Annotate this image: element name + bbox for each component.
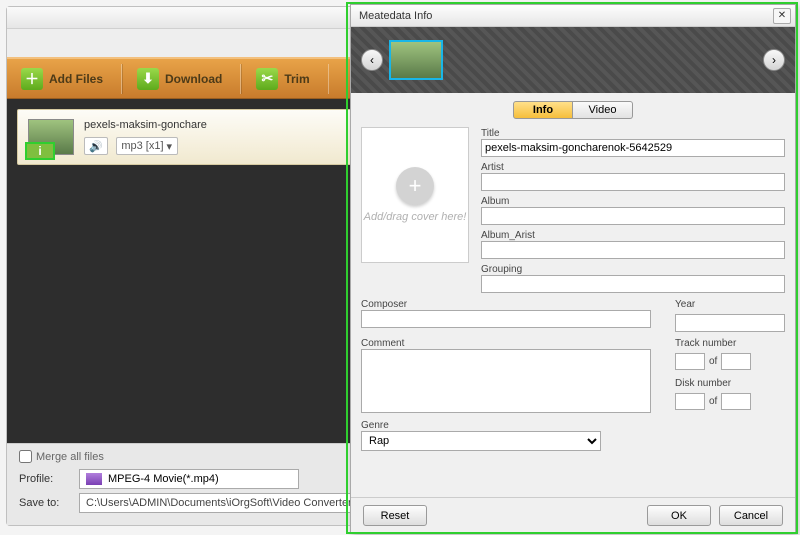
add-files-icon: ＋ [21,68,43,90]
profile-select[interactable]: MPEG-4 Movie(*.mp4) [79,469,299,489]
metadata-dialog: Meatedata Info ✕ ‹ › Info Video + Add/dr… [350,4,796,534]
ok-button[interactable]: OK [647,505,711,526]
comment-label: Comment [361,338,651,349]
saveto-path: C:\Users\ADMIN\Documents\iOrgSoft\Video … [86,497,388,509]
composer-label: Composer [361,299,651,310]
artist-input[interactable] [481,173,785,191]
tab-info[interactable]: Info [513,101,573,119]
album-input[interactable] [481,207,785,225]
grouping-input[interactable] [481,275,785,293]
file-meta: pexels-maksim-gonchare 🔊 mp3 [x1] ▾ [84,119,207,155]
add-files-button[interactable]: ＋ Add Files [7,64,122,94]
disk-number-a-input[interactable] [675,393,705,410]
profile-icon [86,473,102,485]
close-icon: ✕ [778,11,786,21]
composer-input[interactable] [361,310,651,328]
disk-of-label: of [709,396,717,407]
next-button[interactable]: › [763,49,785,71]
dialog-title: Meatedata Info [359,10,432,22]
close-button[interactable]: ✕ [773,8,791,24]
chevron-left-icon: ‹ [370,53,374,67]
album-label: Album [481,196,509,207]
dialog-body: Info Video + Add/drag cover here! Title … [351,93,795,497]
tab-strip: Info Video [361,101,785,119]
trim-button[interactable]: ✂ Trim [241,64,328,94]
disk-number-b-input[interactable] [721,393,751,410]
merge-all-checkbox[interactable] [19,450,32,463]
dialog-footer: Reset OK Cancel [351,497,795,533]
download-label: Download [165,72,222,86]
year-label: Year [675,299,785,310]
cover-dropzone[interactable]: + Add/drag cover here! [361,127,469,263]
trim-icon: ✂ [256,68,278,90]
strip-thumbnail-selected[interactable] [389,40,443,80]
album-artist-label: Album_Arist [481,230,535,241]
merge-all-label: Merge all files [36,451,104,463]
grouping-label: Grouping [481,264,522,275]
file-thumbnail[interactable]: i [28,119,74,155]
year-input[interactable] [675,314,785,332]
title-input[interactable] [481,139,785,157]
title-label: Title [481,128,500,139]
disk-number-label: Disk number [675,378,785,389]
genre-label: Genre [361,420,389,431]
add-files-label: Add Files [49,72,103,86]
thumbnail-strip: ‹ › [351,27,795,93]
download-button[interactable]: ⬇ Download [122,64,241,94]
download-icon: ⬇ [137,68,159,90]
info-badge[interactable]: i [25,142,55,160]
track-number-b-input[interactable] [721,353,751,370]
genre-select[interactable]: Rap [361,431,601,451]
profile-value: MPEG-4 Movie(*.mp4) [108,473,219,485]
file-name: pexels-maksim-gonchare [84,119,207,131]
cancel-button[interactable]: Cancel [719,505,783,526]
prev-button[interactable]: ‹ [361,49,383,71]
comment-textarea[interactable] [361,349,651,413]
dialog-titlebar: Meatedata Info ✕ [351,5,795,27]
track-number-a-input[interactable] [675,353,705,370]
chevron-right-icon: › [772,53,776,67]
saveto-label: Save to: [19,497,69,509]
add-cover-icon: + [396,167,434,205]
cover-hint: Add/drag cover here! [364,211,467,223]
artist-label: Artist [481,162,504,173]
track-of-label: of [709,356,717,367]
profile-label: Profile: [19,473,69,485]
track-number-label: Track number [675,338,785,349]
album-artist-input[interactable] [481,241,785,259]
tab-video[interactable]: Video [573,101,633,119]
volume-icon[interactable]: 🔊 [84,137,108,155]
reset-button[interactable]: Reset [363,505,427,526]
format-select[interactable]: mp3 [x1] ▾ [116,137,178,155]
info-badge-text: i [38,144,41,158]
trim-label: Trim [284,72,309,86]
